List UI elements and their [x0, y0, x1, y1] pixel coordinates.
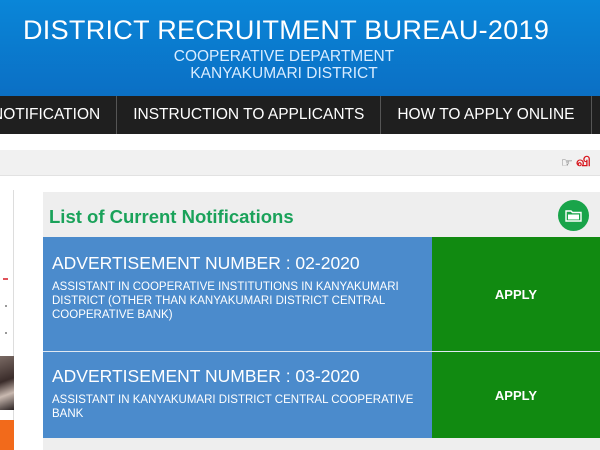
- notification-row: ADVERTISEMENT NUMBER : 02-2020 ASSISTANT…: [43, 237, 600, 351]
- folder-icon: [565, 210, 582, 222]
- department-subtitle: COOPERATIVE DEPARTMENT: [173, 48, 395, 65]
- site-title: DISTRICT RECRUITMENT BUREAU-2019: [23, 15, 550, 45]
- folder-button[interactable]: [558, 200, 589, 231]
- sidebar-orange-button[interactable]: [0, 420, 14, 450]
- advertisement-description: ASSISTANT IN KANYAKUMARI DISTRICT CENTRA…: [52, 394, 414, 420]
- notifications-title: List of Current Notifications: [49, 206, 294, 227]
- sidebar-photo: [0, 356, 14, 410]
- nav-item-instructions[interactable]: INSTRUCTION TO APPLICANTS: [117, 96, 382, 134]
- notification-row: ADVERTISEMENT NUMBER : 03-2020 ASSISTANT…: [43, 352, 600, 438]
- main-nav: NOTIFICATION INSTRUCTION TO APPLICANTS H…: [0, 96, 600, 134]
- spacer: [0, 134, 600, 150]
- site-header: DISTRICT RECRUITMENT BUREAU-2019 COOPERA…: [0, 0, 600, 96]
- apply-button[interactable]: APPLY: [432, 237, 600, 351]
- ticker-text[interactable]: வி: [576, 154, 591, 171]
- notifications-panel: List of Current Notifications ADVERTISEM…: [43, 192, 600, 450]
- sidebar-dot: [5, 305, 7, 307]
- advertisement-number: ADVERTISEMENT NUMBER : 03-2020: [52, 366, 360, 386]
- sidebar-marker: [3, 278, 8, 280]
- district-subtitle: KANYAKUMARI DISTRICT: [190, 65, 378, 82]
- left-sidebar: [0, 190, 14, 450]
- notification-info: ADVERTISEMENT NUMBER : 03-2020 ASSISTANT…: [43, 352, 432, 438]
- nav-item-how-to-apply[interactable]: HOW TO APPLY ONLINE: [381, 96, 592, 134]
- advertisement-description: ASSISTANT IN COOPERATIVE INSTITUTIONS IN…: [52, 281, 399, 321]
- hand-point-right-icon: ☞: [561, 155, 573, 170]
- apply-button[interactable]: APPLY: [432, 352, 600, 438]
- sidebar-dot: [5, 332, 7, 334]
- nav-item-notification[interactable]: NOTIFICATION: [0, 96, 118, 134]
- notification-info: ADVERTISEMENT NUMBER : 02-2020 ASSISTANT…: [43, 237, 432, 351]
- advertisement-number: ADVERTISEMENT NUMBER : 02-2020: [52, 253, 360, 273]
- news-ticker: ☞ வி: [0, 150, 600, 176]
